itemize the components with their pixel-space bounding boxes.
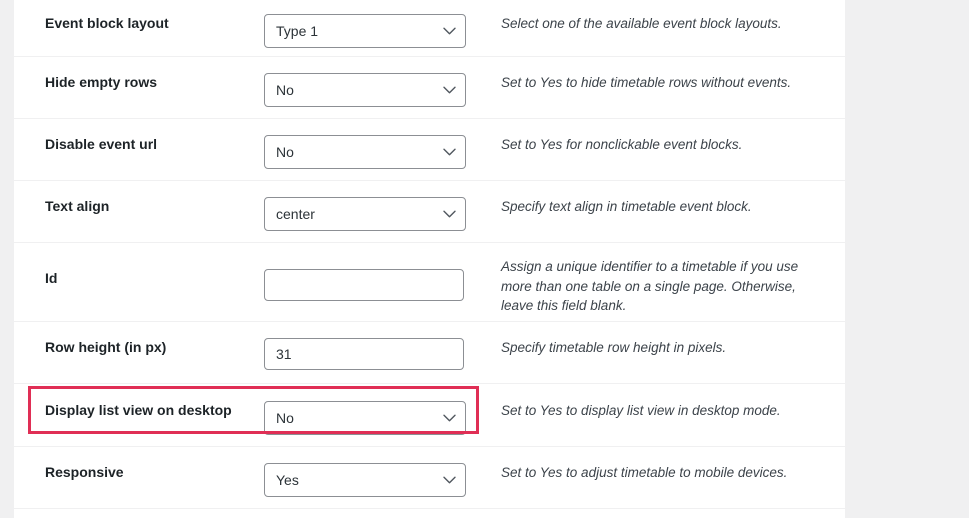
table-row: Event block layout Type 1 Select one of … bbox=[14, 0, 845, 57]
table-row: Row height (in px) Specify timetable row… bbox=[14, 322, 845, 384]
setting-control: No bbox=[264, 119, 501, 169]
display-list-view-on-desktop-select[interactable]: No bbox=[264, 401, 466, 435]
setting-label: Text align bbox=[45, 198, 110, 214]
setting-control bbox=[264, 243, 501, 301]
screen: Event block layout Type 1 Select one of … bbox=[0, 0, 969, 518]
setting-label: Row height (in px) bbox=[45, 339, 167, 355]
setting-control: center bbox=[264, 181, 501, 231]
select-value: No bbox=[276, 410, 294, 426]
responsive-select[interactable]: Yes bbox=[264, 463, 466, 497]
setting-description: Set to Yes to display list view in deskt… bbox=[501, 403, 781, 418]
select-value: No bbox=[276, 82, 294, 98]
table-row: Display list view on desktop No Set to Y… bbox=[14, 384, 845, 447]
select-value: No bbox=[276, 144, 294, 160]
setting-description: Set to Yes to hide timetable rows withou… bbox=[501, 75, 792, 90]
event-block-layout-select[interactable]: Type 1 bbox=[264, 14, 466, 48]
chevron-down-icon bbox=[442, 136, 456, 168]
row-height-input[interactable] bbox=[264, 338, 464, 370]
setting-control: Yes bbox=[264, 447, 501, 497]
select-value: Type 1 bbox=[276, 23, 319, 39]
setting-control: No bbox=[264, 384, 501, 435]
setting-description: Specify text align in timetable event bl… bbox=[501, 199, 752, 214]
setting-label: Id bbox=[45, 270, 58, 286]
chevron-down-icon bbox=[442, 402, 456, 434]
setting-label: Hide empty rows bbox=[45, 74, 158, 90]
setting-description: Specify timetable row height in pixels. bbox=[501, 340, 727, 355]
setting-description: Select one of the available event block … bbox=[501, 16, 782, 31]
chevron-down-icon bbox=[442, 74, 456, 106]
id-input[interactable] bbox=[264, 269, 464, 301]
setting-description: Set to Yes for nonclickable event blocks… bbox=[501, 137, 743, 152]
table-row: Id Assign a unique identifier to a timet… bbox=[14, 243, 845, 322]
select-value: Yes bbox=[276, 472, 299, 488]
setting-label: Disable event url bbox=[45, 136, 158, 152]
setting-control bbox=[264, 322, 501, 370]
disable-event-url-select[interactable]: No bbox=[264, 135, 466, 169]
setting-description: Assign a unique identifier to a timetabl… bbox=[501, 259, 799, 314]
chevron-down-icon bbox=[442, 198, 456, 230]
table-row: Responsive Yes Set to Yes to adjust time… bbox=[14, 447, 845, 509]
settings-panel: Event block layout Type 1 Select one of … bbox=[14, 0, 845, 518]
setting-label: Display list view on desktop bbox=[45, 402, 232, 418]
setting-control: No bbox=[264, 57, 501, 107]
setting-label: Event block layout bbox=[45, 15, 169, 31]
setting-label: Responsive bbox=[45, 464, 124, 480]
text-align-select[interactable]: center bbox=[264, 197, 466, 231]
table-row: Text align center Specify text align in … bbox=[14, 181, 845, 243]
setting-description: Set to Yes to adjust timetable to mobile… bbox=[501, 465, 788, 480]
chevron-down-icon bbox=[442, 15, 456, 47]
table-row: Hide empty rows No Set to Yes to hide ti… bbox=[14, 57, 845, 119]
chevron-down-icon bbox=[442, 464, 456, 496]
select-value: center bbox=[276, 206, 315, 222]
setting-control: Type 1 bbox=[264, 0, 501, 48]
hide-empty-rows-select[interactable]: No bbox=[264, 73, 466, 107]
table-row: Disable event url No Set to Yes for nonc… bbox=[14, 119, 845, 181]
